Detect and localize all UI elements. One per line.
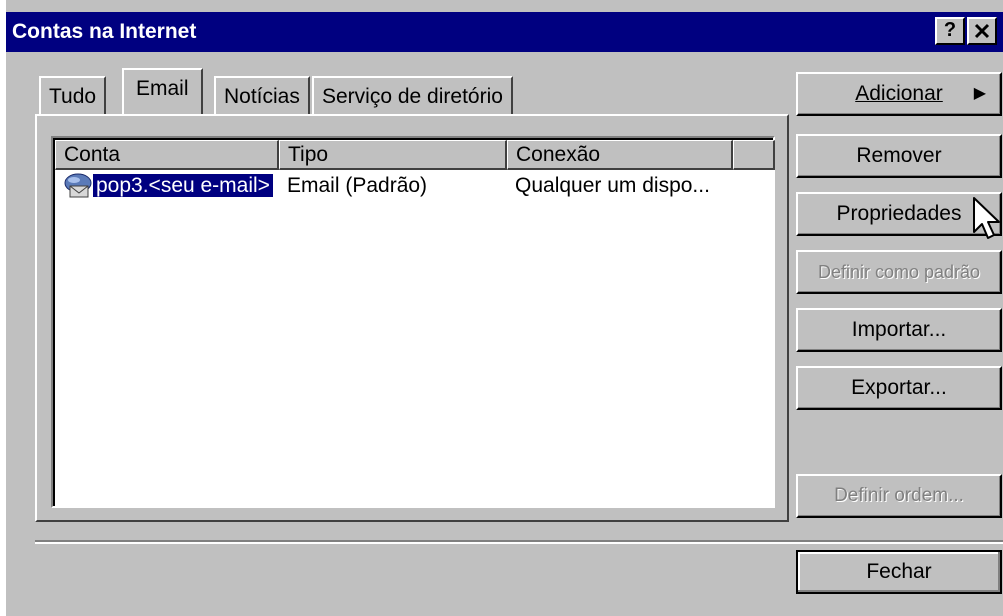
internet-accounts-dialog: Contas na Internet ? Tudo Email Notícias… bbox=[6, 0, 1003, 616]
tab-tudo[interactable]: Tudo bbox=[39, 76, 107, 116]
tab-servico-diretorio[interactable]: Serviço de diretório bbox=[312, 76, 513, 116]
close-window-button[interactable] bbox=[967, 17, 997, 45]
help-button[interactable]: ? bbox=[935, 17, 965, 45]
account-name: pop3.<seu e-mail> bbox=[93, 174, 273, 197]
column-header-conexao[interactable]: Conexão bbox=[507, 140, 733, 170]
list-item[interactable]: pop3.<seu e-mail> Email (Padrão) Qualque… bbox=[55, 172, 773, 202]
triangle-right-icon: ▶ bbox=[973, 85, 986, 102]
add-button[interactable]: Adicionar ▶ bbox=[796, 72, 1002, 116]
window-title: Contas na Internet bbox=[12, 20, 197, 43]
accounts-list[interactable]: Conta Tipo Conexão pop3.<seu e-mail> Ema… bbox=[51, 136, 775, 508]
mail-account-icon bbox=[61, 172, 95, 202]
column-header-empty[interactable] bbox=[733, 140, 775, 170]
import-button[interactable]: Importar... bbox=[796, 308, 1002, 352]
close-icon bbox=[974, 23, 990, 39]
account-type: Email (Padrão) bbox=[287, 174, 428, 197]
column-header-tipo[interactable]: Tipo bbox=[279, 140, 507, 170]
remove-button[interactable]: Remover bbox=[796, 134, 1002, 178]
set-order-button[interactable]: Definir ordem... bbox=[796, 474, 1002, 518]
column-header-conta[interactable]: Conta bbox=[55, 140, 279, 170]
account-connection: Qualquer um dispo... bbox=[515, 174, 710, 197]
set-default-button[interactable]: Definir como padrão bbox=[796, 250, 1002, 294]
tab-email[interactable]: Email bbox=[122, 68, 203, 114]
mouse-cursor-icon bbox=[973, 197, 1000, 239]
tab-panel-email: Conta Tipo Conexão pop3.<seu e-mail> Ema… bbox=[35, 114, 789, 522]
title-bar[interactable]: Contas na Internet ? bbox=[6, 12, 1003, 52]
close-button[interactable]: Fechar bbox=[796, 550, 1002, 594]
tab-noticias[interactable]: Notícias bbox=[214, 76, 310, 116]
add-button-label: Adicionar bbox=[855, 82, 943, 105]
separator bbox=[35, 540, 1003, 544]
export-button[interactable]: Exportar... bbox=[796, 366, 1002, 410]
